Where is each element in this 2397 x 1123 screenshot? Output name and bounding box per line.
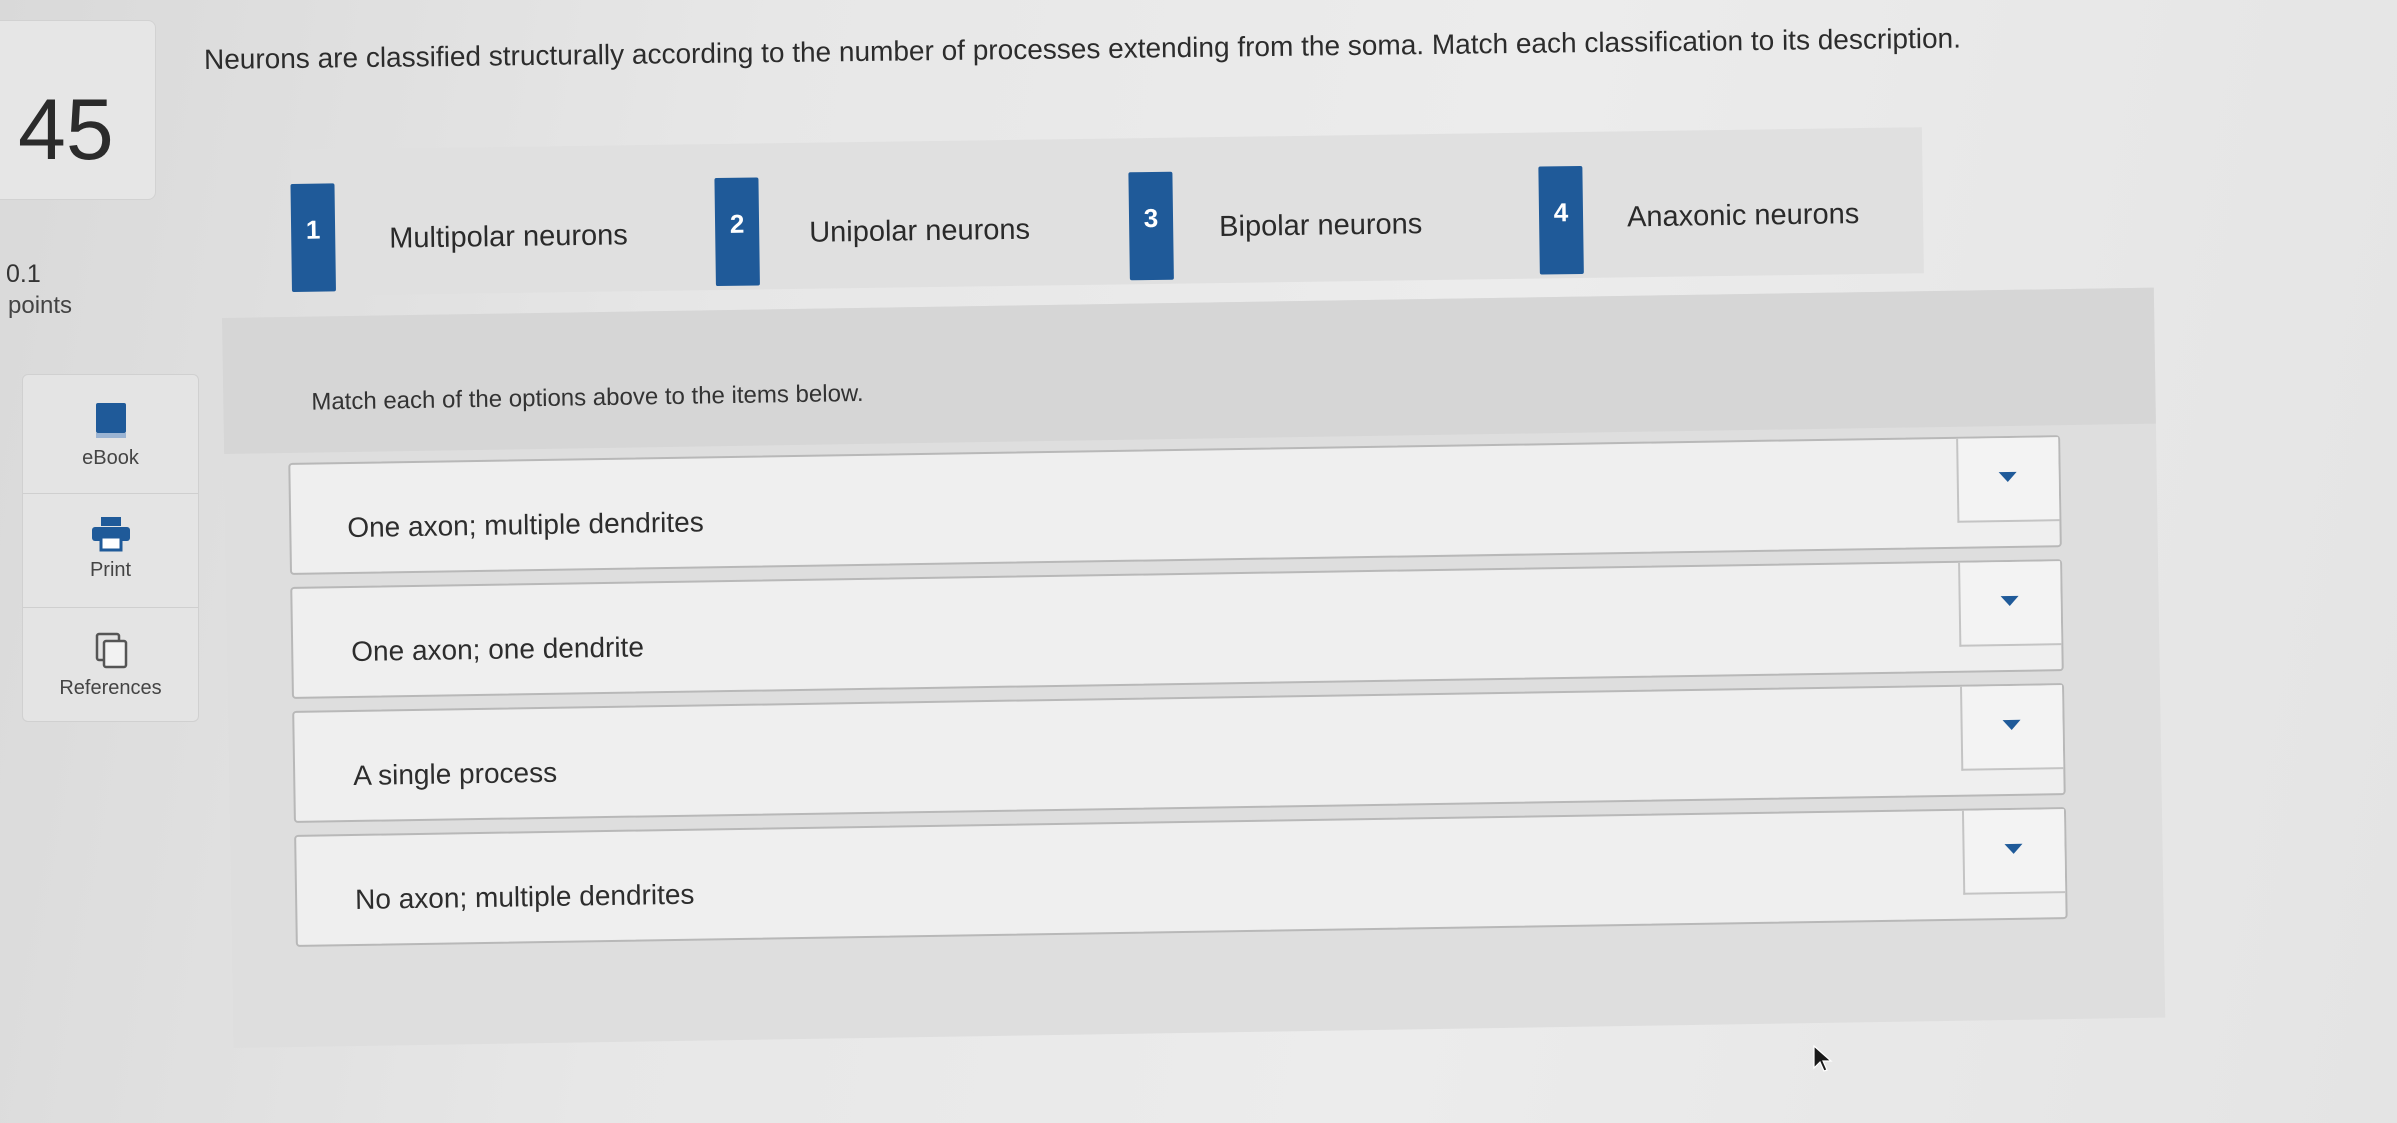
print-label: Print xyxy=(89,559,132,581)
copy-documents-icon xyxy=(95,632,127,669)
match-item-text: A single process xyxy=(352,756,558,791)
match-item-1: One axon; multiple dendrites xyxy=(288,435,2062,575)
print-button[interactable]: Print xyxy=(23,515,198,582)
references-button[interactable]: References xyxy=(23,631,198,700)
options-bar: 1 Multipolar neurons 2 Unipolar neurons … xyxy=(290,127,1924,296)
references-label: References xyxy=(59,677,162,699)
match-item-text: One axon; multiple dendrites xyxy=(347,506,704,544)
book-icon xyxy=(95,403,126,438)
ebook-label: eBook xyxy=(82,447,139,469)
option-label: Unipolar neurons xyxy=(808,213,1031,249)
option-number-badge: 2 xyxy=(714,177,760,287)
option-label: Multipolar neurons xyxy=(389,219,629,255)
match-item-text: No axon; multiple dendrites xyxy=(354,878,695,915)
divider xyxy=(23,493,198,494)
option-label: Bipolar neurons xyxy=(1218,208,1423,244)
chevron-down-icon xyxy=(2000,595,2019,607)
match-item-2: One axon; one dendrite xyxy=(290,559,2064,699)
match-dropdown[interactable] xyxy=(1960,685,2064,771)
points-value: 0.1 xyxy=(6,260,41,288)
question-number-card: 45 xyxy=(0,20,156,200)
option-number-badge: 1 xyxy=(290,183,336,292)
match-dropdown[interactable] xyxy=(1956,437,2060,523)
chevron-down-icon xyxy=(2004,843,2023,855)
match-item-text: One axon; one dendrite xyxy=(351,631,645,668)
option-4[interactable]: 4 Anaxonic neurons xyxy=(1538,165,1859,275)
option-label: Anaxonic neurons xyxy=(1626,198,1860,234)
mouse-pointer-icon xyxy=(1813,1044,1833,1072)
match-dropdown[interactable] xyxy=(1958,561,2062,647)
chevron-down-icon xyxy=(1998,471,2017,483)
printer-icon xyxy=(91,517,130,552)
divider xyxy=(23,607,198,608)
option-3[interactable]: 3 Bipolar neurons xyxy=(1128,171,1423,281)
match-dropdown[interactable] xyxy=(1961,809,2066,895)
option-number-badge: 3 xyxy=(1128,171,1174,281)
option-2[interactable]: 2 Unipolar neurons xyxy=(714,177,1030,287)
question-text: Neurons are classified structurally acco… xyxy=(203,22,1962,75)
option-number-badge: 4 xyxy=(1538,165,1584,275)
chevron-down-icon xyxy=(2002,719,2021,731)
instruction-band xyxy=(222,287,2156,454)
ebook-button[interactable]: eBook xyxy=(23,401,198,470)
match-item-3: A single process xyxy=(292,683,2066,823)
tools-panel: eBook Print References xyxy=(22,374,199,722)
option-1[interactable]: 1 Multipolar neurons xyxy=(290,183,628,292)
matching-panel: Match each of the options above to the i… xyxy=(222,287,2166,1048)
match-item-4: No axon; multiple dendrites xyxy=(294,807,2068,947)
points-label: points xyxy=(8,292,73,319)
question-number: 45 xyxy=(18,82,114,178)
